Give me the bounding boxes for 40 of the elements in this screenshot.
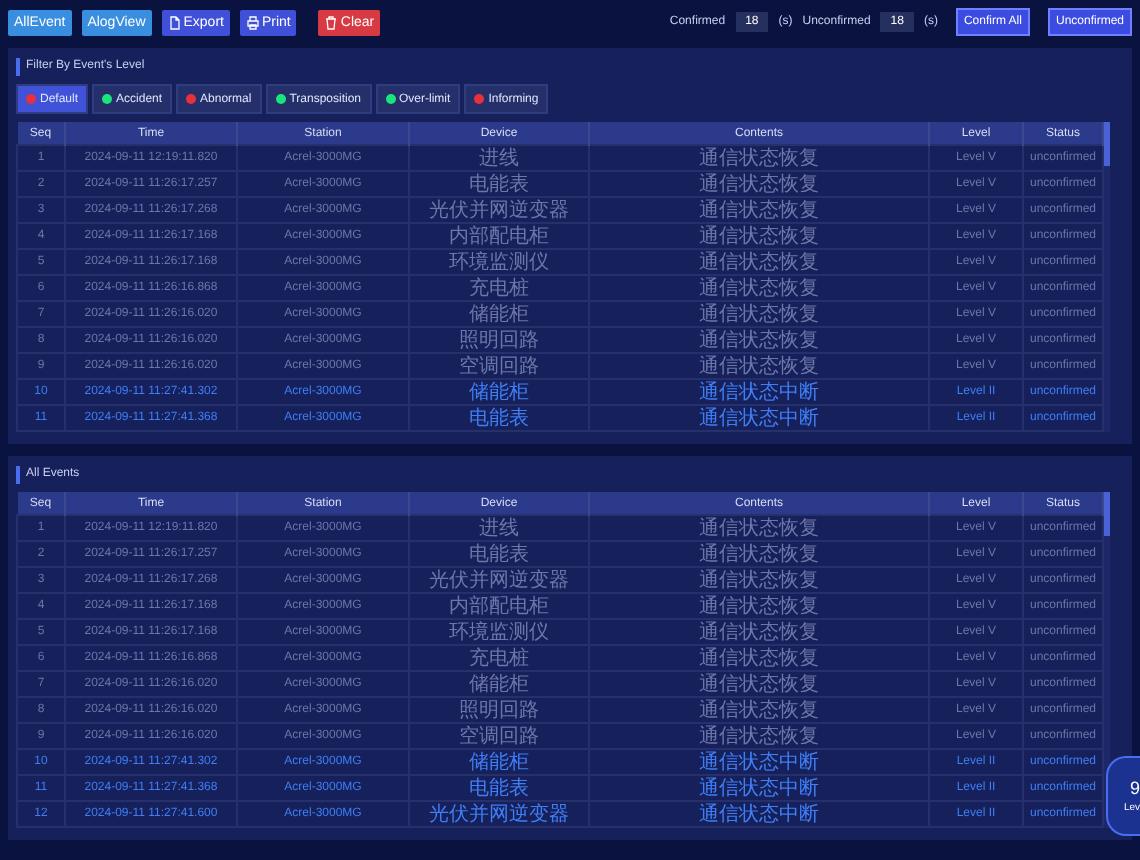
table-cell: 通信状态恢复 (589, 249, 929, 275)
table-cell: 通信状态恢复 (589, 327, 929, 353)
table-cell: 通信状态恢复 (589, 619, 929, 645)
table-cell: 通信状态中断 (589, 801, 929, 827)
table-cell: 通信状态恢复 (589, 645, 929, 671)
table-cell: 通信状态恢复 (589, 723, 929, 749)
table-cell: 电能表 (409, 541, 589, 567)
table-cell: 储能柜 (409, 301, 589, 327)
table-cell: 通信状态中断 (589, 749, 929, 775)
table-cell: 通信状态恢复 (589, 515, 929, 541)
table-cell: 通信状态恢复 (589, 697, 929, 723)
table-cell: 通信状态恢复 (589, 593, 929, 619)
table-cell: 进线 (409, 145, 589, 171)
table-cell: 通信状态恢复 (589, 301, 929, 327)
table-cell: 通信状态恢复 (589, 145, 929, 171)
table-cell: 通信状态中断 (589, 775, 929, 801)
table-cell: 照明回路 (409, 697, 589, 723)
table-cell: 电能表 (409, 405, 589, 431)
table-cell: 通信状态恢复 (589, 353, 929, 379)
table-cell: 电能表 (409, 775, 589, 801)
table-cell: 通信状态中断 (589, 405, 929, 431)
trash-icon (324, 15, 339, 29)
scrollbar[interactable] (1104, 492, 1110, 828)
table-cell: 照明回路 (409, 327, 589, 353)
document-icon (167, 15, 182, 29)
table-cell: 储能柜 (409, 379, 589, 405)
table-cell: 通信状态恢复 (589, 171, 929, 197)
table-cell: 储能柜 (409, 671, 589, 697)
table-cell: 进线 (409, 515, 589, 541)
table-cell: 通信状态恢复 (589, 671, 929, 697)
table-cell: 通信状态中断 (589, 379, 929, 405)
table-cell: 电能表 (409, 171, 589, 197)
table-cell: 通信状态恢复 (589, 223, 929, 249)
table-cell: 通信状态恢复 (589, 567, 929, 593)
badge-count: 9 (1129, 778, 1140, 798)
printer-icon (245, 15, 260, 29)
table-cell: 通信状态恢复 (589, 541, 929, 567)
table-cell: 储能柜 (409, 749, 589, 775)
table-cell: 通信状态恢复 (589, 197, 929, 223)
table-cell: 通信状态恢复 (589, 275, 929, 301)
